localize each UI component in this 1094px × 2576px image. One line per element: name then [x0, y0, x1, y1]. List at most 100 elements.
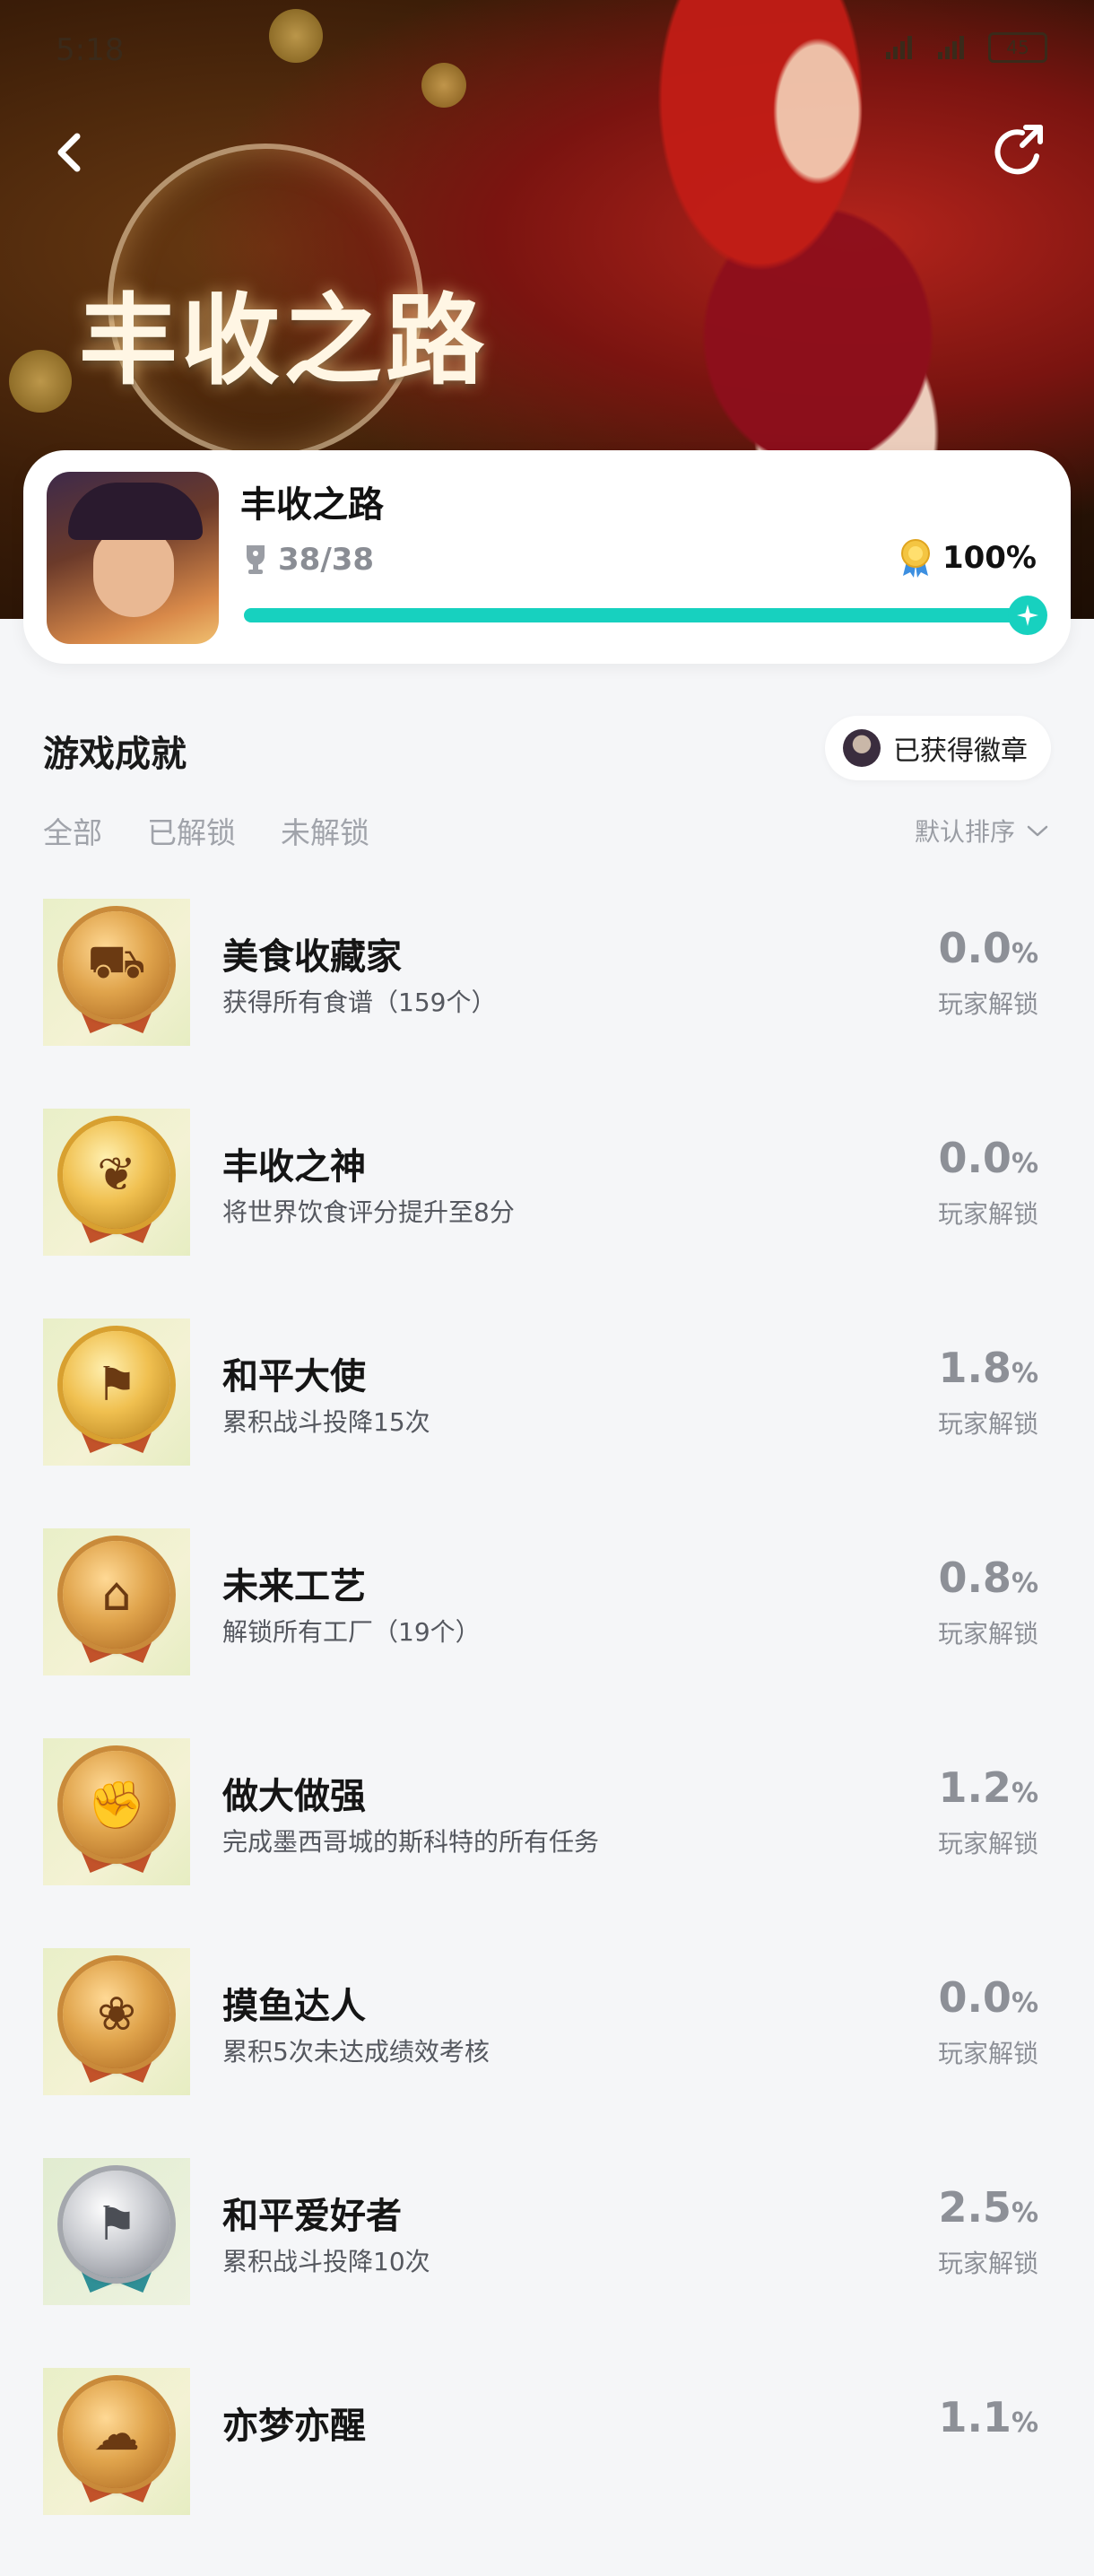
achievement-description: 解锁所有工厂（19个）	[222, 1617, 481, 1647]
sort-dropdown[interactable]: 默认排序	[915, 813, 1049, 849]
achievement-medal: ⛟	[43, 899, 190, 1046]
unlock-percentage: 2.5%	[938, 2183, 1038, 2232]
medal-badge: ❦	[63, 1121, 170, 1229]
list-item[interactable]: ⚑ 和平大使累积战斗投降15次 1.8% 玩家解锁	[0, 1317, 1094, 1527]
battery-icon: 45	[988, 32, 1047, 63]
medal-badge: ❀	[63, 1961, 170, 2068]
achievement-title: 未来工艺	[222, 1566, 366, 1607]
progress-fill	[244, 608, 1035, 622]
unlock-percentage-unit: %	[1011, 938, 1038, 970]
tab-all[interactable]: 全部	[43, 809, 102, 852]
game-summary-card: 丰收之路 38/38 100%	[23, 450, 1071, 664]
character-face	[93, 527, 174, 617]
unlock-percentage: 0.0%	[938, 1973, 1038, 2022]
back-button[interactable]	[36, 117, 108, 188]
list-item[interactable]: ⚑ 和平爱好者累积战斗投降10次 2.5% 玩家解锁	[0, 2156, 1094, 2366]
medal-ribbon-icon	[900, 539, 930, 578]
tab-unlocked[interactable]: 已解锁	[147, 809, 236, 852]
unlock-percentage: 1.1%	[938, 2393, 1038, 2441]
share-icon	[994, 125, 1043, 175]
unlock-percentage-unit: %	[1011, 1778, 1038, 1809]
earned-badges-label: 已获得徽章	[893, 735, 1028, 767]
signal-icon	[938, 36, 964, 59]
achievement-description: 累积战斗投降15次	[222, 1407, 430, 1437]
cart-icon: ⛟	[87, 935, 146, 989]
achievement-medal: ❦	[43, 1109, 190, 1256]
achievement-title: 美食收藏家	[222, 936, 402, 978]
achievement-medal: ☁	[43, 2368, 190, 2515]
chevron-left-icon	[57, 133, 81, 172]
completion-rate: 100%	[942, 540, 1037, 576]
list-item[interactable]: ⌂ 未来工艺 解锁所有工厂（19个） 0.8% 玩家解锁	[0, 1527, 1094, 1736]
achievement-medal: ⌂	[43, 1528, 190, 1675]
achievement-medal: ⚑	[43, 2158, 190, 2305]
trophy-icon	[247, 545, 265, 574]
game-icon[interactable]	[47, 472, 219, 644]
list-item[interactable]: ❦ 丰收之神 将世界饮食评分提升至8分 0.0% 玩家解锁	[0, 1107, 1094, 1317]
unlock-caption: 玩家解锁	[937, 1199, 1038, 1229]
unlock-percentage-value: 2.5	[938, 2183, 1012, 2232]
unlock-percentage-value: 0.0	[938, 1134, 1012, 1182]
achievement-medal: ⚑	[43, 1318, 190, 1466]
status-icons: 45	[884, 32, 1047, 63]
list-item[interactable]: ✊ 做大做强完成墨西哥城的斯科特的所有任务 1.2% 玩家解锁	[0, 1736, 1094, 1946]
unlock-caption: 玩家解锁	[937, 2249, 1038, 2278]
list-item[interactable]: ☁ 亦梦亦醒 1.1%	[0, 2366, 1094, 2576]
list-item[interactable]: ❀ 摸鱼达人 累积5次未达成绩效考核 0.0% 玩家解锁	[0, 1946, 1094, 2156]
game-name: 丰收之路	[240, 484, 384, 526]
completion-stat: 100%	[898, 538, 1037, 578]
achievement-title: 和平爱好者	[222, 2196, 402, 2237]
share-button[interactable]	[986, 117, 1058, 188]
achievement-description: 累积战斗投降10次	[222, 2247, 430, 2276]
trophy-stat: 38/38	[242, 542, 374, 578]
chevron-down-icon	[1027, 825, 1048, 837]
achievement-description: 获得所有食谱（159个）	[222, 988, 497, 1017]
sort-label: 默认排序	[914, 817, 1015, 847]
unlock-percentage-value: 1.8	[938, 1344, 1012, 1392]
coin-decoration	[269, 9, 323, 63]
factory-icon: ⌂	[101, 1568, 132, 1622]
fist-icon: ✊	[87, 1778, 146, 1832]
unlock-percentage: 0.8%	[938, 1553, 1038, 1602]
unlock-percentage-unit: %	[1011, 2197, 1038, 2229]
achievement-medal: ✊	[43, 1738, 190, 1885]
medal-badge: ✊	[63, 1751, 170, 1858]
achievement-title: 和平大使	[222, 1356, 366, 1397]
unlock-percentage-value: 1.2	[938, 1763, 1012, 1812]
tab-locked[interactable]: 未解锁	[281, 809, 369, 852]
unlock-percentage-unit: %	[1011, 2407, 1038, 2439]
achievement-description: 完成墨西哥城的斯科特的所有任务	[222, 1827, 600, 1857]
unlock-caption: 玩家解锁	[937, 1409, 1038, 1439]
unlock-caption: 玩家解锁	[937, 989, 1038, 1019]
unlock-percentage-value: 0.8	[938, 1553, 1012, 1602]
trophy-count: 38/38	[278, 542, 375, 578]
medal-badge: ⌂	[63, 1541, 170, 1649]
signal-icon	[886, 36, 912, 59]
achievement-title: 做大做强	[222, 1776, 366, 1817]
achievement-description: 将世界饮食评分提升至8分	[222, 1197, 515, 1227]
list-item[interactable]: ⛟ 美食收藏家获得所有食谱（159个） 0.0% 玩家解锁	[0, 897, 1094, 1107]
flag-icon: ⚑	[95, 2197, 138, 2251]
section-title: 游戏成就	[43, 734, 187, 775]
achievement-title: 摸鱼达人	[222, 1986, 366, 2027]
unlock-percentage-value: 1.1	[938, 2393, 1012, 2441]
medal-badge: ⛟	[63, 911, 170, 1019]
earned-badges-button[interactable]: 已获得徽章	[825, 716, 1051, 780]
unlock-percentage-value: 0.0	[938, 1973, 1012, 2022]
medal-badge: ☁	[63, 2380, 170, 2488]
cloud-icon: ☁	[93, 2407, 140, 2461]
unlock-percentage-unit: %	[1011, 1358, 1038, 1389]
coin-decoration	[9, 350, 72, 413]
completion-progress-bar	[244, 596, 1047, 635]
unlock-percentage: 1.2%	[938, 1763, 1038, 1812]
unlock-percentage: 0.0%	[938, 1134, 1038, 1182]
wheat-icon: ❦	[97, 1148, 136, 1202]
achievement-list: ⛟ 美食收藏家 获得所有食谱（159个） 0.0% 玩家解锁 ❦ 丰收之神 将世界饮食评分提升…	[0, 897, 1094, 2576]
flag-icon: ⚑	[95, 1358, 138, 1412]
achievement-title: 亦梦亦醒	[222, 2406, 366, 2447]
medal-badge: ⚑	[63, 2171, 170, 2278]
unlock-caption: 玩家解锁	[937, 1829, 1038, 1858]
unlock-percentage: 0.0%	[938, 924, 1038, 972]
banner-title: 丰收之路	[79, 283, 488, 398]
unlock-percentage-value: 0.0	[938, 924, 1012, 972]
